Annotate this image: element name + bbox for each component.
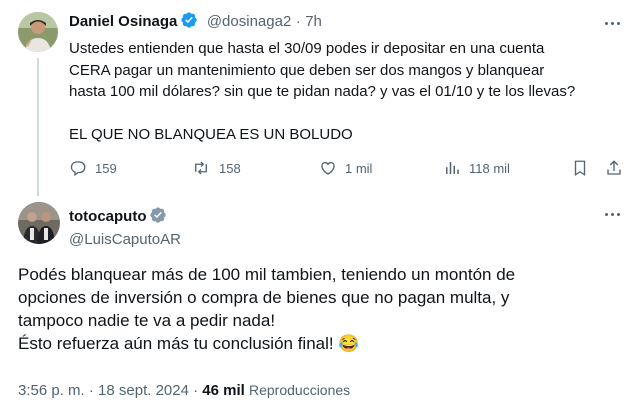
share-button[interactable] (605, 159, 631, 177)
avatar-photo (18, 12, 58, 52)
verified-badge-icon (180, 11, 198, 34)
tweet1-action-bar: 159 158 1 mil 118 mil (69, 159, 624, 179)
tweet2-header: totocaputo @LuisCaputoAR (69, 206, 181, 248)
tweet2-more-button[interactable] (600, 204, 624, 224)
tweet2-views-label: Reproducciones (248, 382, 351, 398)
tweet1-time[interactable]: 7h (305, 13, 322, 30)
retweet-icon (195, 161, 207, 175)
tweet1-closing-line: EL QUE NO BLANQUEA ES UN BOLUDO (69, 126, 353, 143)
like-icon (321, 161, 335, 175)
avatar-photo (18, 202, 60, 244)
verified-badge-icon (149, 206, 167, 229)
tweet1-line: Ustedes entienden que hasta el 30/09 pod… (69, 40, 545, 57)
tweet2-line: Ésto refuerza aún más tu conclusión fina… (18, 334, 360, 353)
reply-count: 159 (95, 160, 117, 176)
tweet2-line: Podés blanquear más de 100 mil tambien, … (18, 265, 516, 284)
reply-icon (70, 161, 86, 177)
tweet1-more-button[interactable] (600, 13, 624, 33)
avatar-daniel-osinaga[interactable] (18, 12, 58, 52)
tweet2-meta: 3:56 p. m. · 18 sept. 2024 · 46 mil Repr… (18, 382, 350, 399)
tweet1-line: hasta 100 mil dólares? sin que te pidan … (69, 83, 576, 100)
like-count: 1 mil (345, 160, 373, 176)
tweet2-views-count: 46 mil (202, 382, 245, 399)
tweet2-timestamp[interactable]: 3:56 p. m. · 18 sept. 2024 · (18, 382, 198, 399)
tweet1-line: CERA pagar un mantenimiento que deben se… (69, 61, 545, 79)
share-icon (607, 160, 621, 175)
reply-button[interactable]: 159 (69, 159, 117, 177)
bookmark-button[interactable] (571, 159, 597, 177)
tweet1-separator: · (295, 13, 301, 30)
bookmark-icon (574, 160, 586, 177)
retweet-count: 158 (219, 160, 241, 176)
tweet1-body: Ustedes entienden que hasta el 30/09 pod… (69, 38, 629, 146)
tweet1-line-spacer (69, 103, 629, 125)
tweet2-line: tampoco nadie te va a pedir nada! (18, 311, 276, 330)
views-count: 118 mil (469, 160, 510, 176)
thread-connector-line (37, 58, 39, 196)
tweet1-header: Daniel Osinaga @dosinaga2 · 7h (69, 11, 322, 34)
tweet2-handle[interactable]: @LuisCaputoAR (69, 231, 181, 248)
avatar-totocaputo[interactable] (18, 202, 60, 244)
more-icon (604, 212, 608, 216)
tweet2-author-name[interactable]: totocaputo (69, 208, 146, 225)
tweet2-body: Podés blanquear más de 100 mil tambien, … (18, 263, 628, 355)
tweet2-line: opciones de inversión o compra de bienes… (18, 288, 510, 307)
tweet1-handle[interactable]: @dosinaga2 (207, 13, 291, 30)
views-button[interactable]: 118 mil (443, 159, 510, 177)
more-icon (604, 21, 608, 25)
retweet-button[interactable]: 158 (191, 159, 241, 177)
views-icon (446, 162, 459, 174)
like-button[interactable]: 1 mil (319, 159, 372, 177)
tweet1-author-name[interactable]: Daniel Osinaga (69, 13, 177, 30)
